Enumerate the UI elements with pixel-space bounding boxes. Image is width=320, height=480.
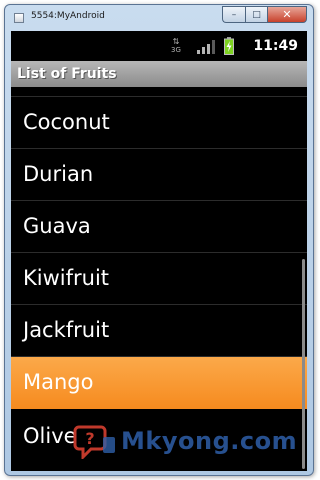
device-screen: ⇅ 3G 11:49 List of Fruits Coconut Durian… <box>11 31 307 471</box>
list-item[interactable]: Coconut <box>11 97 307 149</box>
network-label: 3G <box>171 46 181 54</box>
window-titlebar[interactable]: 5554:MyAndroid – □ ✕ <box>5 5 313 30</box>
svg-text:?: ? <box>85 429 94 448</box>
network-3g-icon: ⇅ 3G <box>169 38 183 56</box>
list-item[interactable]: Guava <box>11 201 307 253</box>
maximize-button[interactable]: □ <box>245 6 267 23</box>
fruit-list[interactable]: Coconut Durian Guava Kiwifruit Jackfruit… <box>11 87 307 471</box>
app-title-bar: List of Fruits <box>11 61 307 87</box>
emulator-window: 5554:MyAndroid – □ ✕ ⇅ 3G 11:49 List of … <box>4 4 314 476</box>
status-bar: ⇅ 3G 11:49 <box>11 31 307 61</box>
list-item[interactable]: Jackfruit <box>11 305 307 357</box>
list-item[interactable] <box>11 87 307 97</box>
list-item[interactable]: Durian <box>11 149 307 201</box>
watermark: ? Mkyong.com <box>73 423 297 459</box>
window-app-icon <box>14 13 24 23</box>
list-item-selected[interactable]: Mango <box>11 357 307 409</box>
list-item[interactable]: Kiwifruit <box>11 253 307 305</box>
close-button[interactable]: ✕ <box>267 6 307 23</box>
minimize-button[interactable]: – <box>222 6 245 23</box>
window-title: 5554:MyAndroid <box>31 11 105 21</box>
list-scrollbar[interactable] <box>302 259 305 469</box>
watermark-text: Mkyong.com <box>121 427 298 455</box>
mkyong-logo-icon: ? <box>73 425 115 459</box>
signal-strength-icon <box>197 40 215 54</box>
status-clock: 11:49 <box>253 38 298 54</box>
window-controls: – □ ✕ <box>222 6 307 23</box>
battery-charging-icon <box>224 37 234 55</box>
